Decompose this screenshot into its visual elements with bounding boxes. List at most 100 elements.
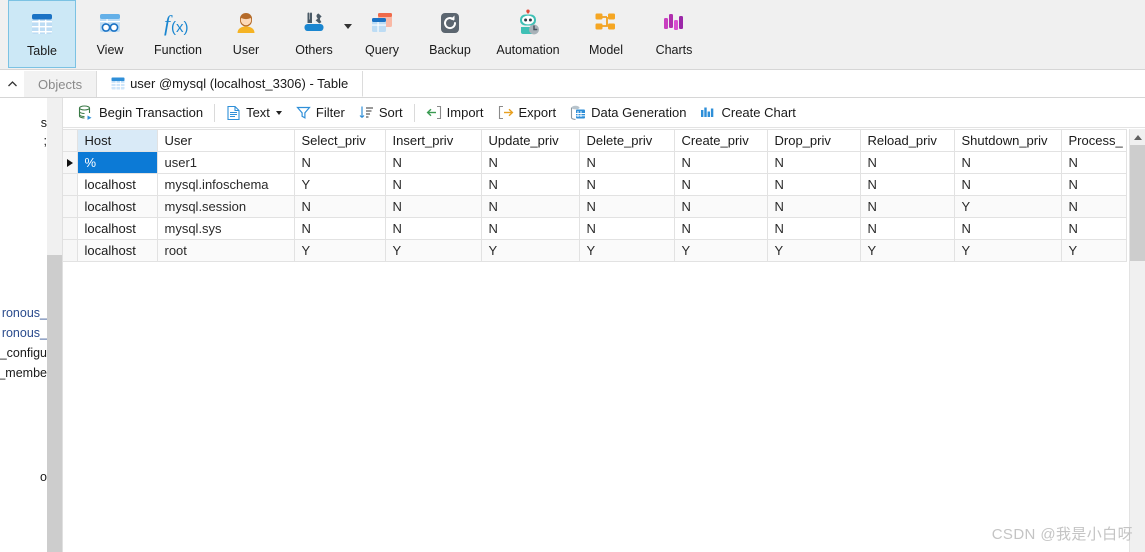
cell-drop-priv[interactable]: N bbox=[767, 151, 861, 174]
cell-reload-priv[interactable]: N bbox=[860, 195, 955, 218]
column-header-update-priv[interactable]: Update_priv bbox=[481, 129, 580, 152]
cell-host[interactable]: localhost bbox=[77, 195, 158, 218]
cell-host[interactable]: % bbox=[77, 151, 158, 174]
ribbon-item-backup[interactable]: Backup bbox=[416, 0, 484, 68]
column-header-host[interactable]: Host bbox=[77, 129, 158, 152]
chevron-up-icon[interactable] bbox=[0, 71, 24, 97]
column-header-drop-priv[interactable]: Drop_priv bbox=[767, 129, 861, 152]
cell-insert-priv[interactable]: N bbox=[385, 195, 482, 218]
cell-insert-priv[interactable]: Y bbox=[385, 239, 482, 262]
column-header-process-priv[interactable]: Process_ bbox=[1061, 129, 1127, 152]
column-header-insert-priv[interactable]: Insert_priv bbox=[385, 129, 482, 152]
cell-user[interactable]: mysql.sys bbox=[157, 217, 295, 240]
ribbon-item-charts[interactable]: Charts bbox=[640, 0, 708, 68]
table-row[interactable]: localhost mysql.sys N N N N N N N N N bbox=[63, 217, 1127, 240]
scroll-up-button[interactable] bbox=[1130, 129, 1145, 145]
cell-select-priv[interactable]: Y bbox=[294, 173, 386, 196]
cell-reload-priv[interactable]: N bbox=[860, 151, 955, 174]
column-header-user[interactable]: User bbox=[157, 129, 295, 152]
import-button[interactable]: Import bbox=[419, 102, 491, 124]
cell-process-[interactable]: N bbox=[1061, 151, 1127, 174]
ribbon-item-user[interactable]: User bbox=[212, 0, 280, 68]
cell-update-priv[interactable]: N bbox=[481, 217, 580, 240]
table-row[interactable]: localhost root Y Y Y Y Y Y Y Y Y bbox=[63, 239, 1127, 262]
tab-objects[interactable]: Objects bbox=[24, 71, 98, 97]
row-marker-cell[interactable] bbox=[63, 217, 78, 240]
cell-host[interactable]: localhost bbox=[77, 173, 158, 196]
cell-user[interactable]: root bbox=[157, 239, 295, 262]
ribbon-item-others[interactable]: Others bbox=[280, 0, 352, 68]
row-marker-cell[interactable] bbox=[63, 195, 78, 218]
cell-reload-priv[interactable]: N bbox=[860, 173, 955, 196]
cell-insert-priv[interactable]: N bbox=[385, 173, 482, 196]
cell-delete-priv[interactable]: N bbox=[579, 173, 675, 196]
cell-shutdown-priv[interactable]: Y bbox=[954, 195, 1062, 218]
cell-user[interactable]: mysql.infoschema bbox=[157, 173, 295, 196]
grid-scrollbar-thumb[interactable] bbox=[1130, 145, 1145, 261]
column-header-shutdown-priv[interactable]: Shutdown_priv bbox=[954, 129, 1062, 152]
cell-user[interactable]: mysql.session bbox=[157, 195, 295, 218]
ribbon-item-function[interactable]: f (x) Function bbox=[144, 0, 212, 68]
cell-select-priv[interactable]: Y bbox=[294, 239, 386, 262]
cell-delete-priv[interactable]: Y bbox=[579, 239, 675, 262]
cell-update-priv[interactable]: N bbox=[481, 173, 580, 196]
cell-delete-priv[interactable]: N bbox=[579, 217, 675, 240]
cell-insert-priv[interactable]: N bbox=[385, 151, 482, 174]
cell-create-priv[interactable]: N bbox=[674, 195, 768, 218]
ribbon-item-view[interactable]: View bbox=[76, 0, 144, 68]
row-marker-cell[interactable] bbox=[63, 173, 78, 196]
ribbon-item-table[interactable]: Table bbox=[8, 0, 76, 68]
begin-transaction-button[interactable]: Begin Transaction bbox=[71, 102, 210, 124]
row-marker-cell[interactable] bbox=[63, 239, 78, 262]
ribbon-item-model[interactable]: Model bbox=[572, 0, 640, 68]
chevron-down-icon[interactable] bbox=[275, 110, 282, 115]
cell-host[interactable]: localhost bbox=[77, 217, 158, 240]
cell-host[interactable]: localhost bbox=[77, 239, 158, 262]
left-pane-scrollbar[interactable] bbox=[47, 98, 63, 552]
table-row[interactable]: localhost mysql.session N N N N N N N Y N bbox=[63, 195, 1127, 218]
text-button[interactable]: Text bbox=[219, 102, 289, 124]
column-header-create-priv[interactable]: Create_priv bbox=[674, 129, 768, 152]
ribbon-item-query[interactable]: Query bbox=[348, 0, 416, 68]
column-header-select-priv[interactable]: Select_priv bbox=[294, 129, 386, 152]
cell-user[interactable]: user1 bbox=[157, 151, 295, 174]
cell-select-priv[interactable]: N bbox=[294, 217, 386, 240]
create-chart-button[interactable]: Create Chart bbox=[693, 102, 802, 124]
export-button[interactable]: Export bbox=[491, 102, 564, 124]
data-generation-button[interactable]: Data Generation bbox=[563, 102, 693, 124]
row-marker-cell[interactable] bbox=[63, 151, 78, 174]
cell-process-[interactable]: N bbox=[1061, 173, 1127, 196]
cell-drop-priv[interactable]: N bbox=[767, 195, 861, 218]
column-header-delete-priv[interactable]: Delete_priv bbox=[579, 129, 675, 152]
cell-select-priv[interactable]: N bbox=[294, 151, 386, 174]
cell-select-priv[interactable]: N bbox=[294, 195, 386, 218]
cell-update-priv[interactable]: N bbox=[481, 195, 580, 218]
left-pane-scrollbar-thumb[interactable] bbox=[47, 255, 63, 552]
column-header-reload-priv[interactable]: Reload_priv bbox=[860, 129, 955, 152]
cell-shutdown-priv[interactable]: N bbox=[954, 151, 1062, 174]
cell-create-priv[interactable]: N bbox=[674, 217, 768, 240]
cell-create-priv[interactable]: Y bbox=[674, 239, 768, 262]
cell-drop-priv[interactable]: Y bbox=[767, 239, 861, 262]
filter-button[interactable]: Filter bbox=[289, 102, 352, 124]
table-row[interactable]: % user1 N N N N N N N N N bbox=[63, 151, 1127, 174]
cell-drop-priv[interactable]: N bbox=[767, 173, 861, 196]
cell-update-priv[interactable]: Y bbox=[481, 239, 580, 262]
cell-shutdown-priv[interactable]: N bbox=[954, 173, 1062, 196]
cell-update-priv[interactable]: N bbox=[481, 151, 580, 174]
sort-button[interactable]: Sort bbox=[352, 102, 410, 124]
grid-vertical-scrollbar[interactable] bbox=[1129, 129, 1145, 552]
cell-reload-priv[interactable]: Y bbox=[860, 239, 955, 262]
cell-create-priv[interactable]: N bbox=[674, 173, 768, 196]
cell-delete-priv[interactable]: N bbox=[579, 195, 675, 218]
cell-reload-priv[interactable]: N bbox=[860, 217, 955, 240]
cell-create-priv[interactable]: N bbox=[674, 151, 768, 174]
table-row[interactable]: localhost mysql.infoschema Y N N N N N N N N bbox=[63, 173, 1127, 196]
tab-user-table[interactable]: user @mysql (localhost_3306) - Table bbox=[97, 71, 364, 97]
cell-process-[interactable]: N bbox=[1061, 217, 1127, 240]
data-grid-container[interactable]: Host User Select_priv Insert_priv Update… bbox=[63, 129, 1145, 552]
cell-delete-priv[interactable]: N bbox=[579, 151, 675, 174]
cell-shutdown-priv[interactable]: N bbox=[954, 217, 1062, 240]
cell-process-[interactable]: N bbox=[1061, 195, 1127, 218]
cell-drop-priv[interactable]: N bbox=[767, 217, 861, 240]
